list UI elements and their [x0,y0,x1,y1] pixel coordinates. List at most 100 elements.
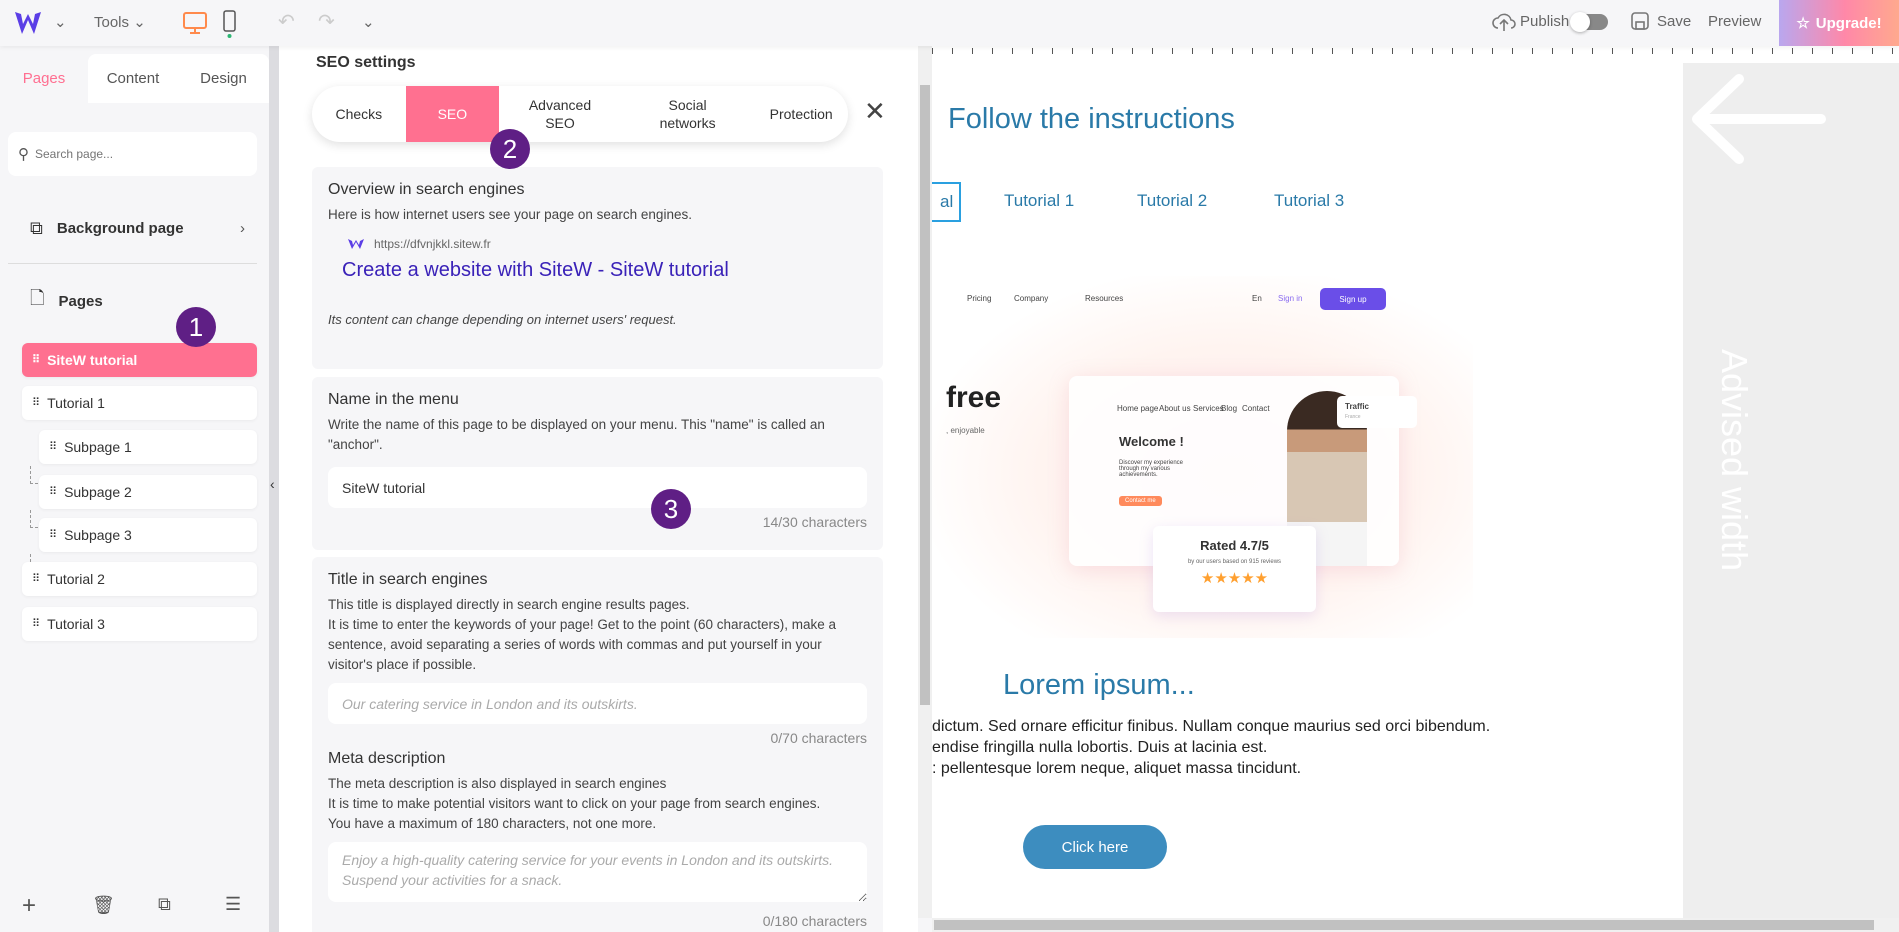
logo-chevron-icon[interactable]: ⌄ [54,13,67,31]
body-text-line: dictum. Sed ornare efficitur finibus. Nu… [932,718,1491,735]
pages-heading: 🗋 Pages [30,286,103,316]
menu-tab-tutorial-1[interactable]: Tutorial 1 [1004,191,1074,211]
body-text-line: : pellentesque lorem neque, aliquet mass… [932,760,1302,777]
click-here-button[interactable]: Click here [1023,825,1167,869]
advised-width-label: Advised width [1714,348,1755,572]
arrow-left-icon [1692,74,1826,164]
tab-seo[interactable]: SEO [405,86,500,142]
vertical-scrollbar-thumb[interactable] [920,85,930,705]
tab-content[interactable]: Content [88,54,178,103]
step-badge-2: 2 [490,129,530,169]
page-item-subpage-1[interactable]: ⠿ Subpage 1 [39,430,257,464]
add-page-icon[interactable]: + [22,892,36,920]
page-label: Tutorial 1 [47,395,105,411]
drag-handle-icon[interactable]: ⠿ [49,441,57,453]
redo-icon[interactable]: ↷ [318,9,335,34]
preview-button[interactable]: Preview [1708,13,1761,30]
publish-toggle[interactable] [1570,12,1608,32]
lorem-heading: Lorem ipsum... [1003,669,1195,701]
tools-menu[interactable]: Tools ⌄ [94,13,146,31]
search-title-desc: It is time to enter the keywords of your… [328,617,836,672]
star-rating-icons: ★★★★★ [1200,570,1269,587]
hero-mini-nav: Services [1193,404,1224,413]
desktop-icon[interactable] [182,11,208,35]
tools-label: Tools [94,14,130,31]
tab-protection[interactable]: Protection [754,86,848,142]
hero-rated: Rated 4.7/5 [1200,538,1269,553]
hero-sub: , enjoyable [946,426,985,435]
hero-traffic: Traffic [1345,402,1370,411]
page-canvas: Follow the instructions al Tutorial 1 Tu… [932,63,1683,918]
drag-handle-icon[interactable]: ⠿ [32,354,40,366]
trash-icon[interactable]: 🗑 [92,895,115,916]
drag-handle-icon[interactable]: ⠿ [32,618,40,630]
hero-mini-nav: Blog [1221,404,1238,413]
hero-traffic-sub: France [1345,414,1361,420]
page-label: Tutorial 2 [47,571,105,587]
drag-handle-icon[interactable]: ⠿ [49,486,57,498]
page-label: SiteW tutorial [47,352,138,368]
page-item-tutorial-2[interactable]: ⠿ Tutorial 2 [22,562,257,596]
menu-tab-tutorial-3[interactable]: Tutorial 3 [1274,191,1344,211]
search-page-input[interactable] [35,147,235,161]
drag-handle-icon[interactable]: ⠿ [49,529,57,541]
panel-title: SEO settings [316,54,416,71]
tab-checks[interactable]: Checks [312,86,406,142]
meta-description-textarea[interactable] [328,842,867,902]
hero-mini-nav: Contact [1242,404,1270,413]
duplicate-icon[interactable]: ⧉ [158,894,171,915]
menu-tab-tutorial-2[interactable]: Tutorial 2 [1137,191,1207,211]
seo-settings-panel: SEO settings Checks SEO Advanced SEO Soc… [279,46,918,932]
horizontal-scrollbar-thumb[interactable] [934,920,1874,930]
hero-mini-nav: Home page [1117,404,1159,413]
search-box: ⚲ [8,132,257,176]
page-item-tutorial-1[interactable]: ⠿ Tutorial 1 [22,386,257,420]
page-label: Subpage 1 [64,439,132,455]
collapse-chevron-icon[interactable]: ‹ [270,476,275,492]
overview-note: Its content can change depending on inte… [328,312,677,327]
mobile-icon[interactable] [222,10,238,38]
tree-line [30,466,38,484]
tab-pages[interactable]: Pages [0,54,88,103]
hero-mini-nav: About us [1159,404,1191,413]
settings-sliders-icon[interactable]: ☰ [225,894,241,915]
step-badge-1: 1 [176,307,216,347]
close-icon[interactable]: ✕ [864,96,886,127]
drag-handle-icon[interactable]: ⠿ [32,397,40,409]
pages-heading-label: Pages [58,292,103,310]
hero-reviews: by our users based on 915 reviews [1187,559,1282,565]
star-icon: ☆ [1796,15,1810,32]
hero-contact: Contact me [1119,496,1162,506]
publish-label[interactable]: Publish [1520,13,1569,30]
meta-desc: It is time to make potential visitors wa… [328,796,821,811]
page-item-sitew-tutorial[interactable]: ⠿ SiteW tutorial [22,343,257,377]
undo-icon[interactable]: ↶ [278,9,295,34]
menu-name-input[interactable] [328,467,867,508]
sitew-logo[interactable] [14,10,42,36]
background-page-item[interactable]: ⧉ Background page › [30,218,245,239]
menu-name-heading: Name in the menu [328,391,459,408]
save-icon[interactable] [1630,11,1650,31]
upgrade-button[interactable]: ☆ Upgrade! [1779,0,1899,46]
drag-handle-icon[interactable]: ⠿ [32,573,40,585]
page-item-tutorial-3[interactable]: ⠿ Tutorial 3 [22,607,257,641]
cloud-upload-icon [1492,13,1516,31]
overview-heading: Overview in search engines [328,181,525,198]
search-title-input[interactable] [328,683,867,724]
panel-resizer[interactable]: ‹ [269,46,279,932]
top-bar: ⌄ Tools ⌄ ↶ ↷ ⌄ Publish Save Preview ☆ Up… [0,0,1899,46]
canvas-heading: Follow the instructions [948,103,1235,135]
sitew-favicon [348,239,364,249]
history-chevron-icon[interactable]: ⌄ [362,13,375,31]
hero-nav: Company [1014,294,1049,303]
tab-social-networks[interactable]: Social networks [621,86,755,142]
menu-tab-selected[interactable]: al [932,182,962,222]
menu-name-desc: Write the name of this page to be displa… [328,417,825,452]
page-item-subpage-2[interactable]: ⠿ Subpage 2 [39,475,257,509]
meta-description-counter: 0/180 characters [762,913,867,929]
seo-tabs: Checks SEO Advanced SEO Social networks … [312,86,848,142]
save-button[interactable]: Save [1657,13,1691,30]
tab-design[interactable]: Design [178,54,269,103]
preview-title-link[interactable]: Create a website with SiteW - SiteW tuto… [342,259,867,282]
page-item-subpage-3[interactable]: ⠿ Subpage 3 [39,518,257,552]
